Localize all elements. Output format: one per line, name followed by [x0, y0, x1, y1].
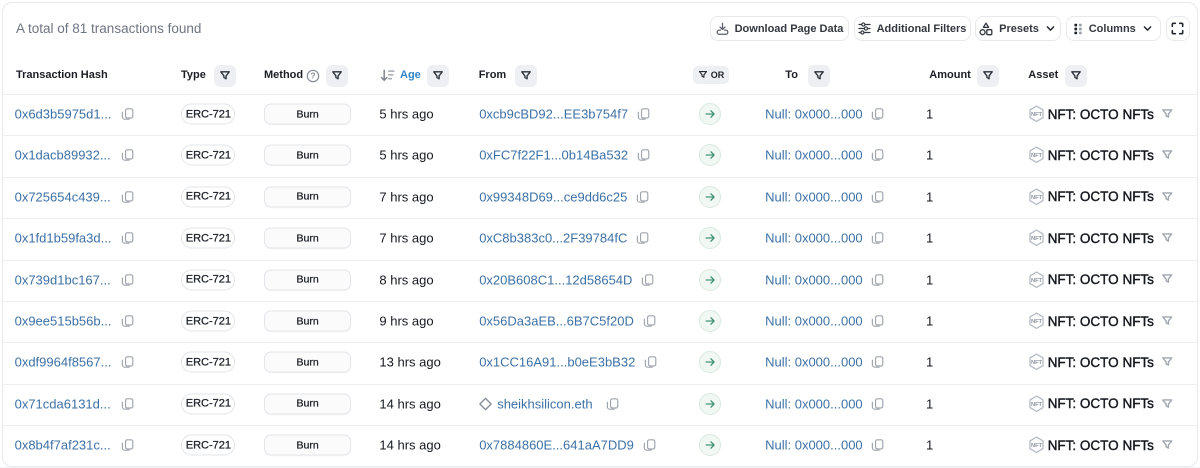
svg-text:NFT: NFT [1031, 360, 1043, 366]
svg-text:NFT: NFT [1031, 278, 1043, 284]
svg-text:?: ? [310, 71, 315, 80]
svg-text:NFT: NFT [1031, 112, 1043, 118]
svg-text:NFT: NFT [1031, 402, 1043, 408]
svg-text:NFT: NFT [1031, 236, 1043, 242]
svg-text:NFT: NFT [1031, 153, 1043, 159]
svg-text:NFT: NFT [1031, 195, 1043, 201]
svg-text:NFT: NFT [1031, 443, 1043, 449]
svg-text:NFT: NFT [1031, 319, 1043, 325]
